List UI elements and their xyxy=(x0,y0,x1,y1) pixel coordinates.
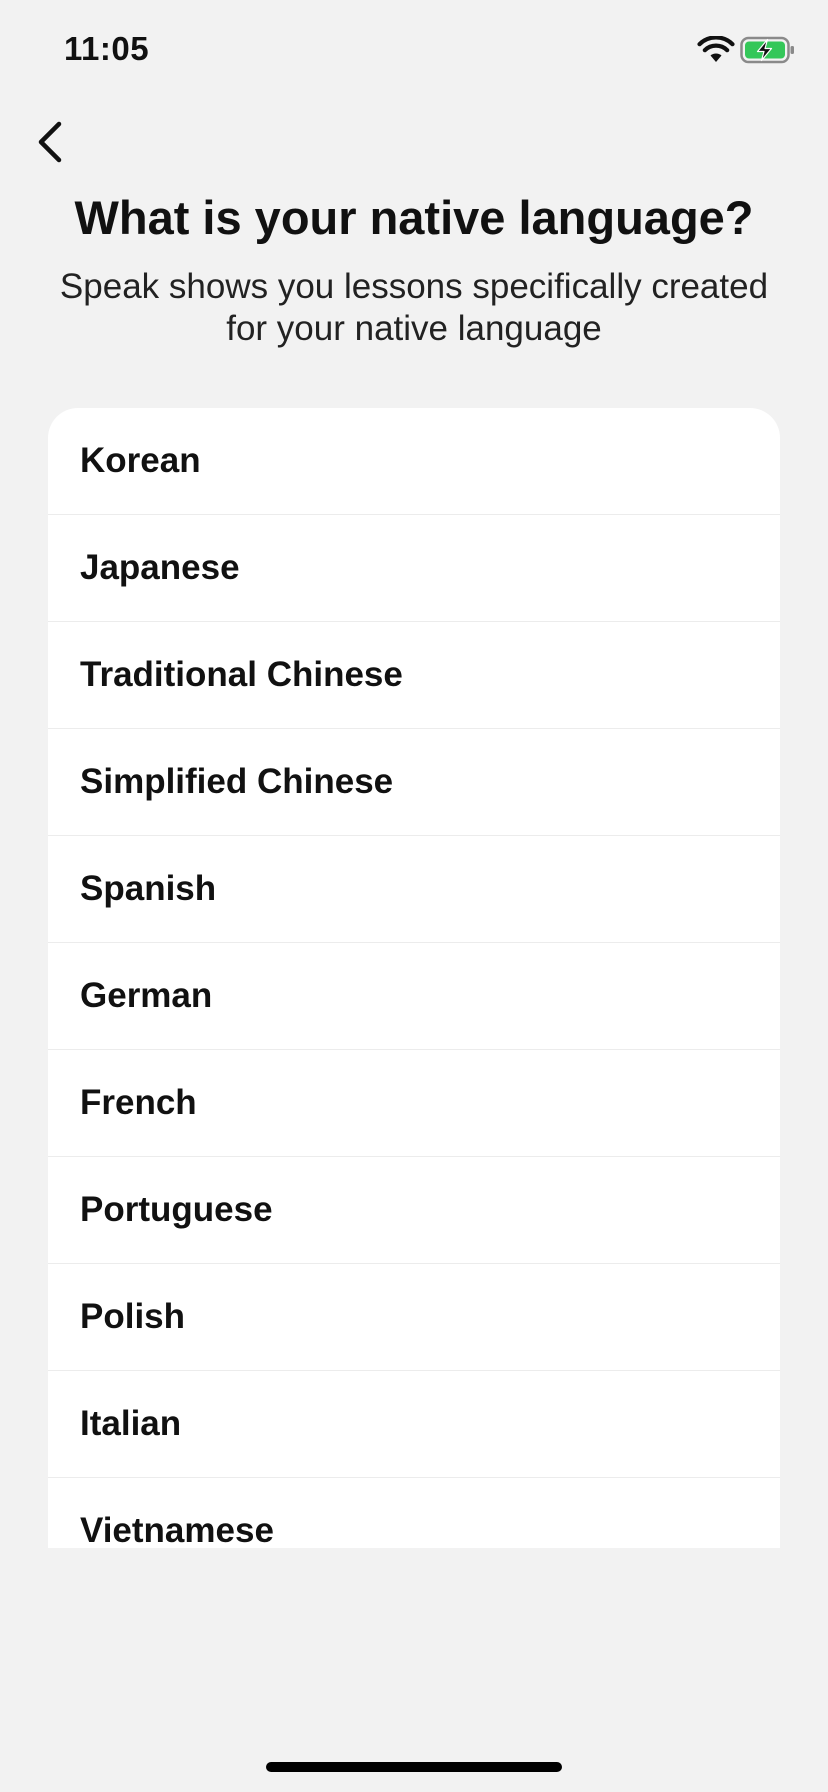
language-option-simplified-chinese[interactable]: Simplified Chinese xyxy=(48,729,780,836)
status-time: 11:05 xyxy=(64,30,150,67)
home-indicator[interactable] xyxy=(266,1762,562,1772)
language-option-label: French xyxy=(80,1083,197,1122)
language-option-label: Spanish xyxy=(80,869,217,908)
language-option-polish[interactable]: Polish xyxy=(48,1264,780,1371)
wifi-icon xyxy=(697,36,735,62)
language-option-label: Polish xyxy=(80,1297,186,1336)
language-option-french[interactable]: French xyxy=(48,1050,780,1157)
language-option-label: Traditional Chinese xyxy=(80,655,403,694)
page-title: What is your native language? xyxy=(74,191,754,244)
status-bar: 11:05 xyxy=(0,0,828,100)
language-option-italian[interactable]: Italian xyxy=(48,1371,780,1478)
language-option-label: Italian xyxy=(80,1404,182,1443)
language-option-label: Portuguese xyxy=(80,1190,273,1229)
back-button[interactable] xyxy=(22,114,78,170)
language-option-vietnamese[interactable]: Vietnamese xyxy=(48,1478,780,1548)
page-subtitle: Speak shows you lessons specifically cre… xyxy=(59,267,769,348)
language-list: Korean Japanese Traditional Chinese Simp… xyxy=(48,408,780,1548)
language-option-korean[interactable]: Korean xyxy=(48,408,780,515)
language-option-traditional-chinese[interactable]: Traditional Chinese xyxy=(48,622,780,729)
language-option-japanese[interactable]: Japanese xyxy=(48,515,780,622)
language-option-label: Japanese xyxy=(80,548,240,587)
language-option-spanish[interactable]: Spanish xyxy=(48,836,780,943)
language-option-portuguese[interactable]: Portuguese xyxy=(48,1157,780,1264)
language-option-label: Vietnamese xyxy=(80,1511,274,1548)
language-option-german[interactable]: German xyxy=(48,943,780,1050)
language-option-label: Simplified Chinese xyxy=(80,762,394,801)
battery-charging-icon xyxy=(740,36,794,64)
language-option-label: Korean xyxy=(80,441,201,480)
chevron-left-icon xyxy=(38,121,62,163)
language-option-label: German xyxy=(80,976,213,1015)
